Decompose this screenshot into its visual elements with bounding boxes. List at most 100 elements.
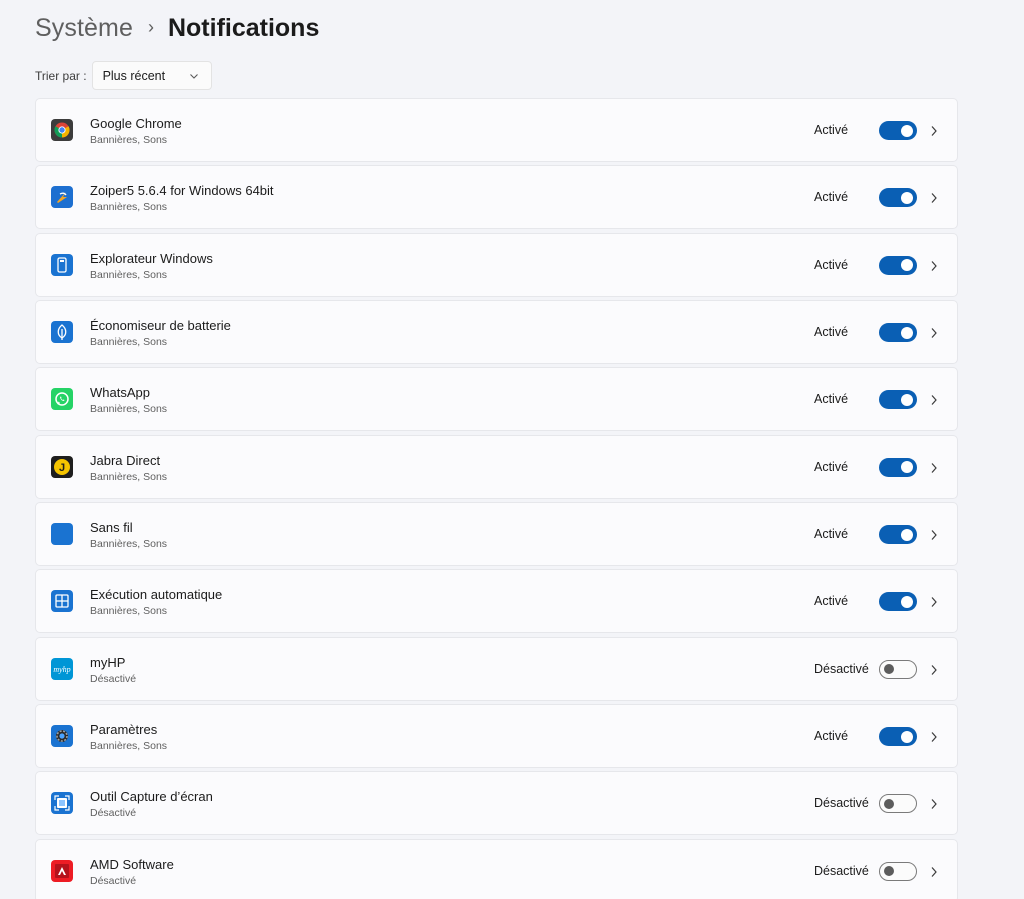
app-name: Google Chrome: [90, 116, 182, 131]
app-text: Google Chrome Bannières, Sons: [90, 116, 182, 147]
toggle-knob: [901, 595, 913, 608]
sort-bar: Trier par : Plus récent: [35, 61, 212, 90]
app-text: AMD Software Désactivé: [90, 857, 174, 888]
battery-saver-icon: [51, 321, 73, 344]
notification-toggle[interactable]: [879, 255, 917, 275]
app-subtitle: Bannières, Sons: [90, 268, 168, 281]
toggle-state-label: Désactivé: [814, 796, 869, 811]
toggle-state-label: Activé: [814, 594, 849, 609]
toggle-state-label: Activé: [814, 392, 849, 407]
app-name: Jabra Direct: [90, 452, 161, 468]
app-text: Outil Capture d’écran Désactivé: [90, 789, 213, 820]
toggle-state-label: Activé: [814, 325, 849, 340]
toggle-state-label: Activé: [814, 459, 849, 474]
notification-toggle[interactable]: [879, 390, 917, 410]
notification-toggle[interactable]: [879, 323, 917, 343]
chevron-right-icon[interactable]: [930, 192, 938, 204]
toggle-state-label: Activé: [814, 123, 849, 137]
chevron-right-icon[interactable]: [930, 866, 938, 878]
toggle-knob: [901, 259, 913, 272]
chevron-right-icon[interactable]: [930, 327, 938, 339]
app-subtitle: Bannières, Sons: [90, 538, 168, 551]
chevron-right-icon[interactable]: [930, 260, 938, 272]
toggle-knob: [901, 730, 913, 743]
myhp-icon-text: myhp: [53, 665, 70, 674]
toggle-knob: [901, 326, 913, 339]
toggle-state-label: Activé: [814, 729, 849, 744]
app-text: myHP Désactivé: [90, 655, 136, 686]
chevron-right-icon[interactable]: [930, 529, 938, 541]
app-name: Zoiper5 5.6.4 for Windows 64bit: [90, 183, 274, 199]
chevron-right-icon[interactable]: [930, 394, 938, 406]
breadcrumb: Système › Notifications: [35, 11, 319, 45]
autoplay-icon: [51, 590, 73, 613]
chevron-right-icon[interactable]: [930, 798, 938, 810]
toggle-knob: [901, 528, 913, 541]
app-name: Explorateur Windows: [90, 250, 213, 266]
breadcrumb-separator-icon: ›: [147, 16, 154, 37]
notification-toggle[interactable]: [879, 525, 917, 545]
amd-icon: [51, 859, 73, 882]
chevron-right-icon[interactable]: [930, 664, 938, 676]
chevron-right-icon[interactable]: [930, 596, 938, 608]
chevron-right-icon[interactable]: [930, 731, 938, 743]
chevron-right-icon[interactable]: [930, 125, 938, 137]
toggle-knob: [901, 124, 913, 137]
notification-toggle[interactable]: [879, 861, 917, 881]
explorer-icon: [51, 253, 73, 276]
app-name: Outil Capture d’écran: [90, 789, 213, 805]
app-row[interactable]: Google Chrome Bannières, Sons Activé: [35, 98, 958, 162]
toggle-knob: [884, 866, 894, 877]
app-name: Paramètres: [90, 722, 158, 738]
toggle-state-label: Activé: [814, 257, 849, 272]
app-row[interactable]: Outil Capture d’écran Désactivé Désactivé: [35, 771, 958, 836]
app-subtitle: Bannières, Sons: [90, 201, 168, 214]
notification-toggle[interactable]: [879, 121, 917, 140]
app-row[interactable]: WhatsApp Bannières, Sons Activé: [35, 367, 958, 432]
app-text: WhatsApp Bannières, Sons: [90, 385, 167, 416]
toggle-knob: [884, 798, 894, 809]
toggle-state-label: Activé: [814, 527, 849, 542]
app-name: myHP: [90, 654, 126, 670]
breadcrumb-parent-link[interactable]: Système: [35, 14, 133, 43]
app-row[interactable]: myhp myHP Désactivé Désactivé: [35, 636, 958, 701]
app-row[interactable]: Économiseur de batterie Bannières, Sons Ac…: [35, 300, 958, 365]
app-row[interactable]: Zoiper5 5.6.4 for Windows 64bit Bannières…: [35, 165, 958, 230]
jabra-icon: J: [51, 455, 73, 478]
app-row[interactable]: Exécution automatique Bannières, Sons Acti…: [35, 569, 958, 634]
app-text: Économiseur de batterie Bannières, Sons: [90, 318, 231, 349]
app-text: Zoiper5 5.6.4 for Windows 64bit Bannières…: [90, 183, 274, 214]
whatsapp-icon: [51, 388, 73, 411]
app-name: Exécution automatique: [90, 587, 223, 603]
app-row[interactable]: J Jabra Direct Bannières, Sons Activé: [35, 434, 958, 499]
toggle-state-label: Activé: [814, 190, 849, 205]
app-subtitle: Bannières, Sons: [90, 336, 168, 349]
notification-toggle[interactable]: [879, 659, 917, 679]
chevron-right-icon[interactable]: [930, 462, 938, 474]
toggle-knob: [884, 664, 894, 675]
app-subtitle: Bannières, Sons: [90, 605, 168, 618]
snipping-tool-icon: [51, 792, 73, 815]
sort-dropdown[interactable]: Plus récent: [91, 61, 212, 90]
chevron-down-icon: [189, 73, 198, 79]
notification-toggle[interactable]: [879, 457, 917, 477]
app-row[interactable]: AMD Software Désactivé Désactivé: [35, 838, 958, 899]
sort-label: Trier par :: [35, 68, 87, 83]
app-text: Explorateur Windows Bannières, Sons: [90, 251, 213, 282]
sort-dropdown-value: Plus récent: [102, 68, 166, 83]
notification-toggle[interactable]: [879, 188, 917, 208]
app-name: AMD Software: [90, 856, 174, 872]
notification-toggle[interactable]: [879, 794, 917, 814]
chrome-icon: [51, 119, 73, 141]
toggle-knob: [901, 393, 913, 406]
myhp-icon: myhp: [51, 657, 73, 680]
notification-toggle[interactable]: [879, 592, 917, 612]
app-text: Exécution automatique Bannières, Sons: [90, 587, 222, 618]
app-row[interactable]: Sans fil Bannières, Sons Activé: [35, 502, 958, 567]
notification-toggle[interactable]: [879, 727, 917, 747]
app-text: Jabra Direct Bannières, Sons: [90, 453, 167, 484]
toggle-knob: [901, 191, 913, 204]
app-text: Sans fil Bannières, Sons: [90, 520, 167, 551]
app-row[interactable]: Explorateur Windows Bannières, Sons Activé: [35, 232, 958, 297]
app-row[interactable]: Paramètres Bannières, Sons Activé: [35, 704, 958, 769]
